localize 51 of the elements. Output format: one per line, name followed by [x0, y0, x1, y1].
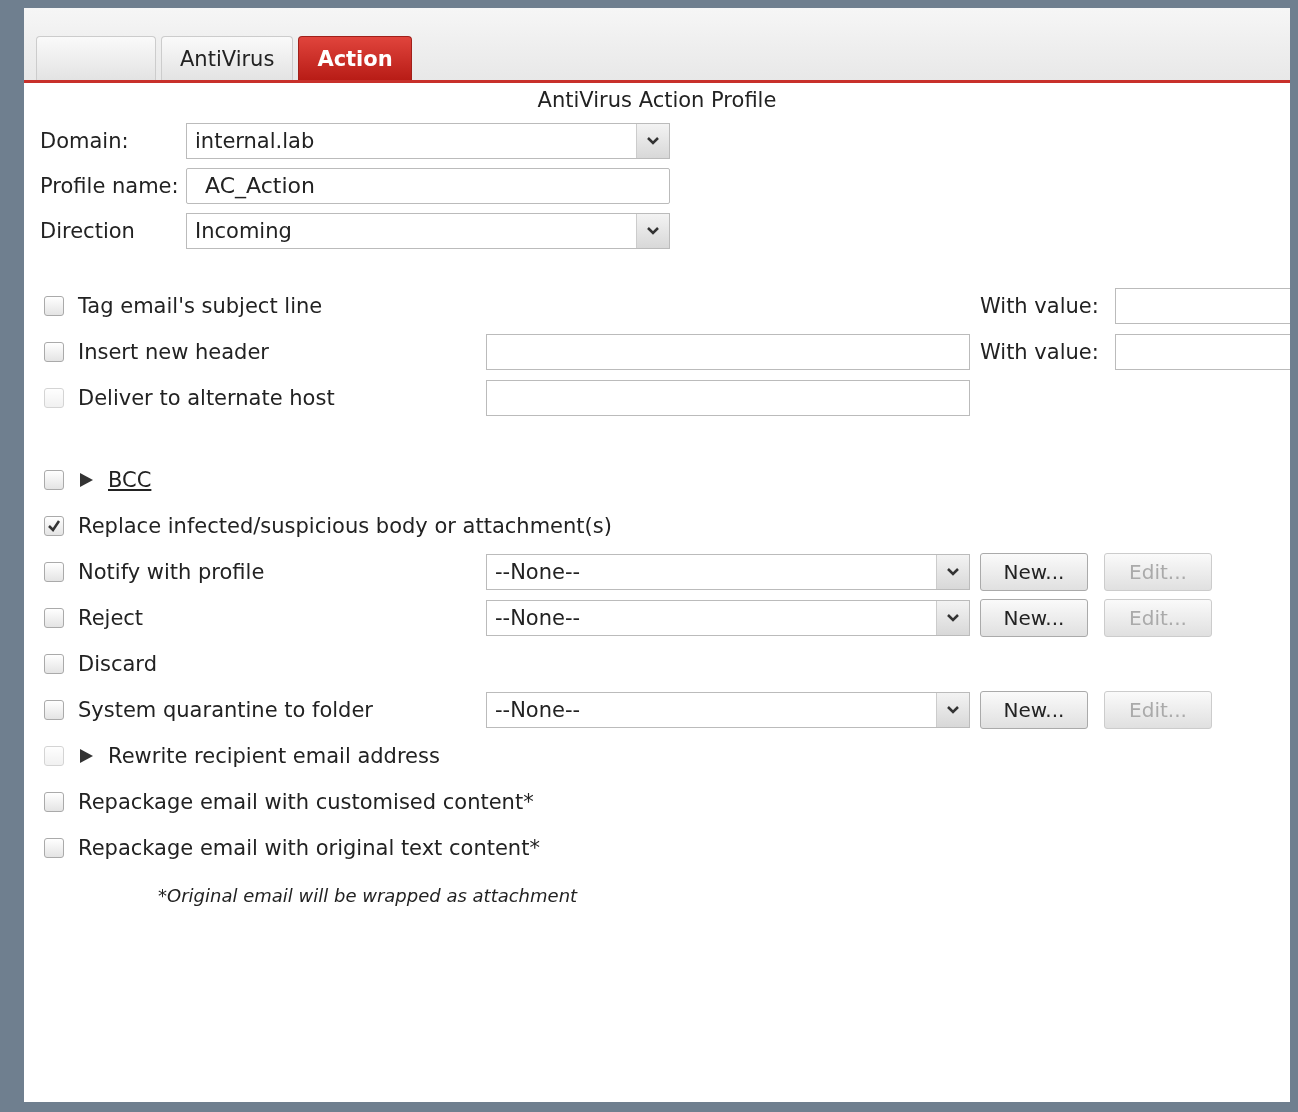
chevron-down-icon: [646, 225, 660, 236]
chevron-down-icon: [946, 613, 960, 623]
option-label: Replace infected/suspicious body or attachment(s): [78, 514, 612, 538]
option-label: Reject: [78, 606, 144, 630]
value-field[interactable]: [1114, 334, 1290, 370]
checkbox[interactable]: [44, 792, 64, 812]
option-label: Discard: [78, 652, 157, 676]
dropdown[interactable]: --None--: [486, 554, 970, 590]
option-label: Rewrite recipient email address: [108, 744, 440, 768]
field-label: Domain:: [40, 128, 130, 153]
dropdown[interactable]: internal.lab: [186, 122, 670, 159]
with-value-label: With value:: [980, 294, 1099, 318]
checkbox[interactable]: [44, 654, 64, 674]
checkbox[interactable]: [44, 470, 64, 490]
option-label: Tag email's subject line: [78, 294, 323, 318]
profile-title: AntiVirus Action Profile: [536, 88, 778, 112]
checkbox[interactable]: [44, 516, 64, 536]
text-field[interactable]: [486, 380, 970, 416]
profile-button[interactable]: New...: [980, 599, 1088, 637]
field-label: Profile name:: [40, 173, 180, 198]
text-field[interactable]: [486, 334, 970, 370]
field-label: Direction: [40, 218, 136, 243]
option-label: Repackage email with customised content*: [78, 790, 534, 814]
dropdown[interactable]: --None--: [486, 692, 970, 728]
option-label: Insert new header: [78, 340, 269, 364]
triangle-right-icon[interactable]: [78, 472, 94, 488]
chevron-down-icon: [946, 705, 960, 715]
footnote: *Original email will be wrapped as attachment: [158, 885, 579, 906]
text-field[interactable]: AC_Action: [186, 167, 670, 204]
option-label: Notify with profile: [78, 560, 265, 584]
checkbox[interactable]: [44, 700, 64, 720]
profile-button[interactable]: New...: [980, 553, 1088, 591]
tab[interactable]: [36, 36, 156, 80]
bcc-link[interactable]: BCC: [108, 468, 152, 492]
chevron-down-icon: [646, 135, 660, 146]
checkbox[interactable]: [44, 562, 64, 582]
checkbox[interactable]: [44, 342, 64, 362]
value-field[interactable]: [1114, 288, 1290, 324]
dropdown[interactable]: --None--: [486, 600, 970, 636]
option-label: Deliver to alternate host: [78, 386, 335, 410]
option-label: Repackage email with original text content*: [78, 836, 540, 860]
tab[interactable]: AntiVirus: [161, 36, 294, 80]
dropdown[interactable]: Incoming: [186, 212, 670, 249]
checkbox[interactable]: [44, 608, 64, 628]
chevron-down-icon: [946, 567, 960, 577]
option-label: System quarantine to folder: [78, 698, 373, 722]
checkbox[interactable]: [44, 296, 64, 316]
checkbox[interactable]: [44, 838, 64, 858]
tab[interactable]: Action: [298, 36, 412, 80]
with-value-label: With value:: [980, 340, 1099, 364]
profile-button[interactable]: New...: [980, 691, 1088, 729]
